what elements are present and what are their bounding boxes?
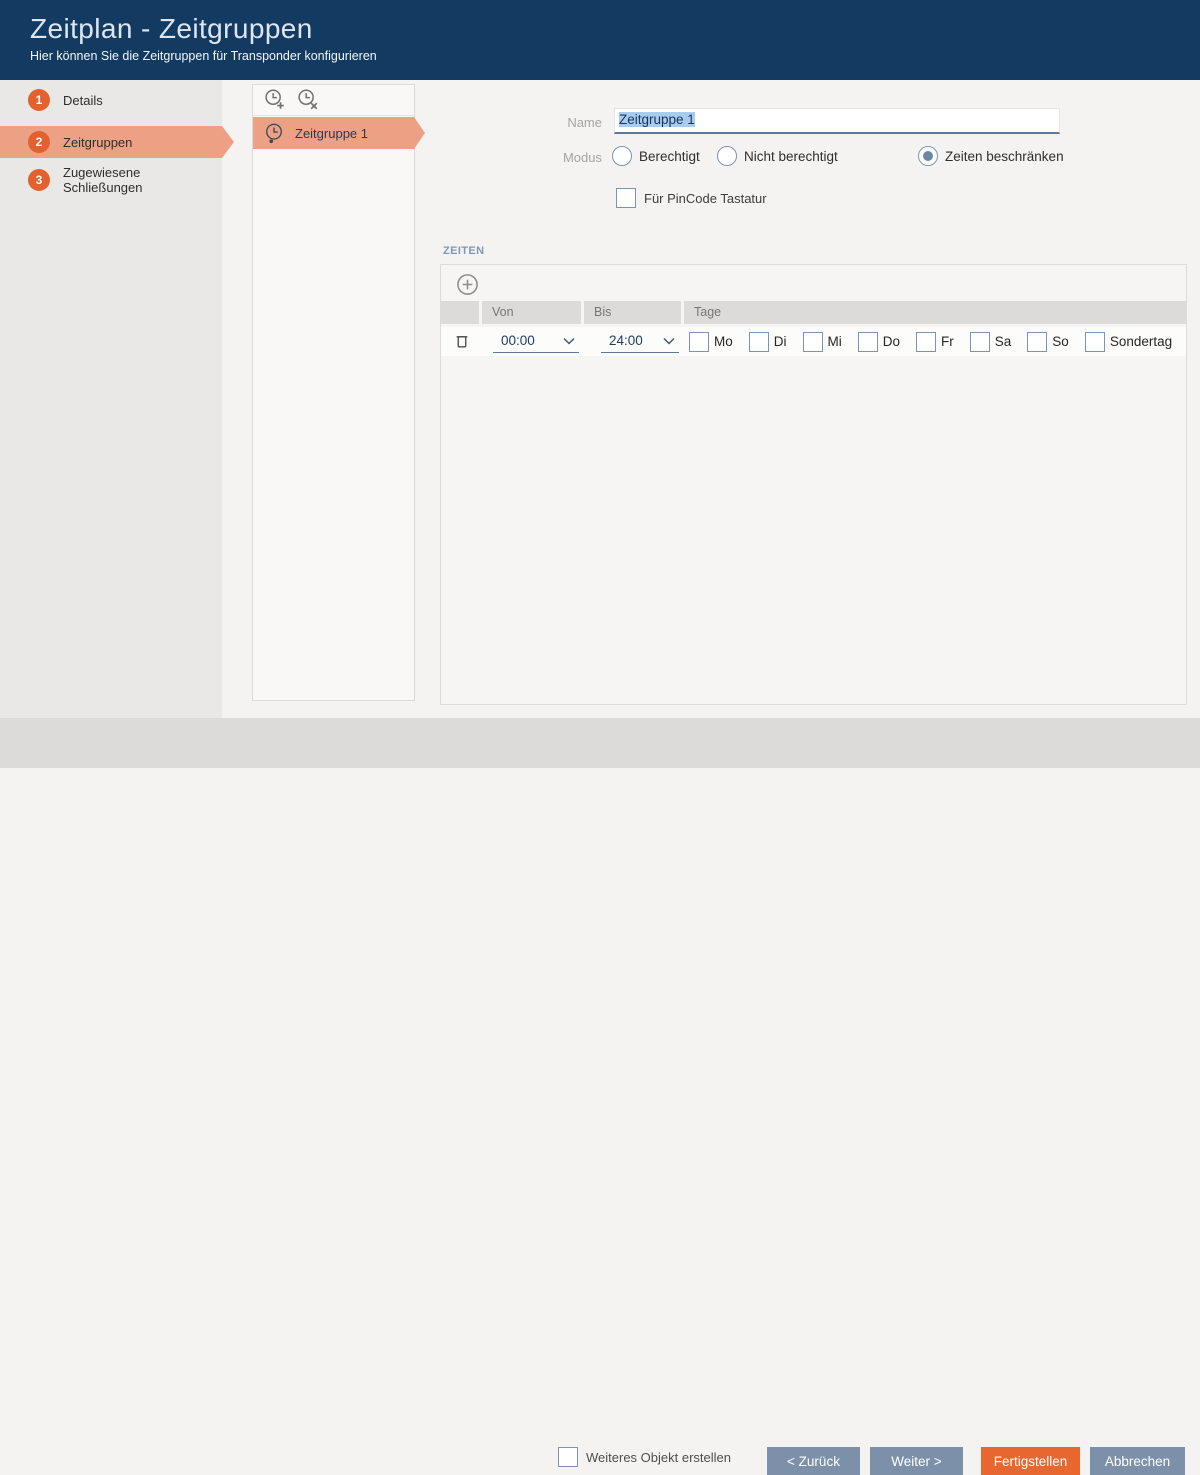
timegroup-list-item[interactable]: Zeitgruppe 1 xyxy=(253,117,414,149)
day-fr[interactable]: Fr xyxy=(916,332,954,352)
day-label: Fr xyxy=(941,334,954,349)
radio-icon xyxy=(612,146,632,166)
step-label: Zugewiesene Schließungen xyxy=(63,165,222,195)
day-so[interactable]: So xyxy=(1027,332,1069,352)
next-button[interactable]: Weiter > xyxy=(870,1447,963,1475)
plus-circle-icon xyxy=(456,273,480,296)
day-checkbox[interactable] xyxy=(858,332,878,352)
pincode-checkbox-label: Für PinCode Tastatur xyxy=(644,191,767,206)
step-details[interactable]: 1 Details xyxy=(0,84,222,116)
radio-icon xyxy=(918,146,938,166)
day-checkbox[interactable] xyxy=(1027,332,1047,352)
timegroup-list-panel: Zeitgruppe 1 xyxy=(252,84,415,701)
pincode-checkbox-row[interactable]: Für PinCode Tastatur xyxy=(616,188,767,208)
radio-nicht-berechtigt[interactable]: Nicht berechtigt xyxy=(717,146,838,166)
timegroup-toolbar xyxy=(253,85,414,116)
clock-remove-icon xyxy=(296,88,320,112)
create-another-checkbox[interactable] xyxy=(558,1447,578,1467)
bis-time-value: 24:00 xyxy=(609,333,643,348)
modus-label: Modus xyxy=(540,150,602,165)
header-cell-tage: Tage xyxy=(684,301,1186,324)
radio-label: Berechtigt xyxy=(639,149,700,164)
name-input[interactable]: Zeitgruppe 1 xyxy=(614,108,1060,134)
wizard-footer: Weiteres Objekt erstellen < Zurück Weite… xyxy=(0,718,1200,768)
day-label: Sa xyxy=(995,334,1012,349)
header-cell-empty xyxy=(441,301,479,324)
create-another-label: Weiteres Objekt erstellen xyxy=(586,1450,731,1465)
step-number-badge: 3 xyxy=(28,169,50,191)
wizard-step-sidebar: 1 Details 2 Zeitgruppen 3 Zugewiesene Sc… xyxy=(0,80,222,718)
add-time-row-button[interactable] xyxy=(456,272,480,296)
day-label: So xyxy=(1052,334,1069,349)
clock-add-icon xyxy=(263,88,287,112)
day-checkbox[interactable] xyxy=(916,332,936,352)
name-label: Name xyxy=(540,115,602,130)
finish-button[interactable]: Fertigstellen xyxy=(981,1447,1080,1475)
von-time-value: 00:00 xyxy=(501,333,535,348)
header-cell-bis: Bis xyxy=(584,301,681,324)
trash-icon xyxy=(452,331,474,351)
day-mi[interactable]: Mi xyxy=(803,332,842,352)
day-label: Mi xyxy=(828,334,842,349)
day-checkbox[interactable] xyxy=(970,332,990,352)
day-label: Sondertag xyxy=(1110,334,1172,349)
step-number-badge: 2 xyxy=(28,131,50,153)
radio-label: Zeiten beschränken xyxy=(945,149,1064,164)
bis-time-dropdown[interactable]: 24:00 xyxy=(601,329,679,353)
chevron-down-icon xyxy=(663,337,675,345)
day-checkbox-group: Mo Di Mi Do Fr Sa So Sondertag xyxy=(689,327,1172,356)
time-row: 00:00 24:00 Mo Di Mi Do Fr Sa So Sondert… xyxy=(441,327,1186,356)
radio-berechtigt[interactable]: Berechtigt xyxy=(612,146,700,166)
day-sondertag[interactable]: Sondertag xyxy=(1085,332,1172,352)
zeiten-section-label: ZEITEN xyxy=(443,245,485,257)
von-time-dropdown[interactable]: 00:00 xyxy=(493,329,579,353)
chevron-down-icon xyxy=(563,337,575,345)
day-sa[interactable]: Sa xyxy=(970,332,1012,352)
page-subtitle: Hier können Sie die Zeitgruppen für Tran… xyxy=(30,49,1200,63)
step-zeitgruppen[interactable]: 2 Zeitgruppen xyxy=(0,126,222,158)
add-timegroup-button[interactable] xyxy=(262,87,288,113)
day-mo[interactable]: Mo xyxy=(689,332,733,352)
day-checkbox[interactable] xyxy=(749,332,769,352)
day-checkbox[interactable] xyxy=(1085,332,1105,352)
day-label: Do xyxy=(883,334,900,349)
back-button[interactable]: < Zurück xyxy=(767,1447,860,1475)
create-another-row[interactable]: Weiteres Objekt erstellen xyxy=(558,1447,731,1467)
radio-label: Nicht berechtigt xyxy=(744,149,838,164)
page-title: Zeitplan - Zeitgruppen xyxy=(30,13,1200,45)
step-number-badge: 1 xyxy=(28,89,50,111)
day-checkbox[interactable] xyxy=(689,332,709,352)
day-do[interactable]: Do xyxy=(858,332,900,352)
radio-icon xyxy=(717,146,737,166)
step-label: Zeitgruppen xyxy=(63,135,132,150)
radio-zeiten-beschraenken[interactable]: Zeiten beschränken xyxy=(918,146,1064,166)
zeiten-panel: Von Bis Tage 00:00 24:00 Mo xyxy=(440,264,1187,705)
wizard-header: Zeitplan - Zeitgruppen Hier können Sie d… xyxy=(0,0,1200,80)
day-di[interactable]: Di xyxy=(749,332,787,352)
day-label: Di xyxy=(774,334,787,349)
timegroup-clock-icon xyxy=(263,122,285,144)
zeiten-table-header: Von Bis Tage xyxy=(441,301,1186,324)
day-checkbox[interactable] xyxy=(803,332,823,352)
pincode-checkbox[interactable] xyxy=(616,188,636,208)
remove-timegroup-button[interactable] xyxy=(295,87,321,113)
delete-time-row-button[interactable] xyxy=(452,330,474,352)
header-cell-von: Von xyxy=(482,301,581,324)
day-label: Mo xyxy=(714,334,733,349)
step-label: Details xyxy=(63,93,103,108)
timegroup-item-label: Zeitgruppe 1 xyxy=(295,126,368,141)
cancel-button[interactable]: Abbrechen xyxy=(1090,1447,1185,1475)
name-input-value: Zeitgruppe 1 xyxy=(619,112,695,127)
step-zugewiesene-schliessungen[interactable]: 3 Zugewiesene Schließungen xyxy=(0,164,222,196)
